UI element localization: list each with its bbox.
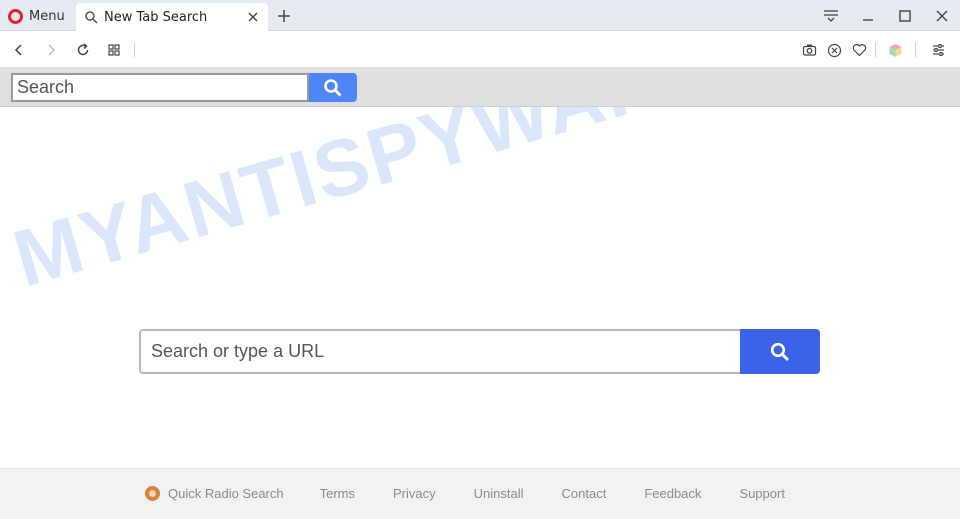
toolbar-separator [915, 43, 916, 57]
footer-links: Quick Radio Search Terms Privacy Uninsta… [145, 486, 823, 501]
center-search-input[interactable] [139, 329, 740, 374]
tab-new-tab-search[interactable]: New Tab Search [76, 3, 268, 31]
window-controls [812, 0, 960, 31]
new-tab-button[interactable] [274, 6, 294, 26]
camera-icon[interactable] [799, 40, 819, 60]
adblock-icon[interactable] [824, 40, 844, 60]
maximize-icon[interactable] [886, 0, 923, 31]
tab-title: New Tab Search [104, 9, 208, 25]
footer-link-privacy[interactable]: Privacy [393, 486, 436, 501]
menu-label: Menu [29, 8, 65, 24]
close-tab-icon[interactable] [246, 10, 260, 24]
footer-link-terms[interactable]: Terms [320, 486, 355, 501]
footer-link-support[interactable]: Support [739, 486, 785, 501]
close-icon[interactable] [923, 0, 960, 31]
speed-dial-icon[interactable] [104, 40, 124, 60]
heart-icon[interactable] [849, 40, 869, 60]
search-icon [770, 342, 790, 361]
search-icon [84, 10, 98, 24]
watermark: MYANTISPYWARE.COM [4, 107, 935, 304]
footer-link-feedback[interactable]: Feedback [644, 486, 701, 501]
top-search-button[interactable] [309, 73, 357, 102]
footer-link-uninstall[interactable]: Uninstall [474, 486, 524, 501]
browser-window: Menu New Tab Search Search MYANTISPYWARE… [0, 0, 960, 519]
top-search-bar [0, 68, 960, 107]
address-toolbar [0, 31, 960, 68]
brand-link[interactable]: Quick Radio Search [145, 486, 284, 501]
center-search-box [139, 329, 820, 374]
forward-icon[interactable] [41, 40, 61, 60]
footer-link-contact[interactable]: Contact [562, 486, 607, 501]
main-content: MYANTISPYWARE.COM [0, 107, 960, 468]
top-search-input[interactable] [11, 73, 309, 102]
footer: Quick Radio Search Terms Privacy Uninsta… [0, 468, 960, 519]
plus-icon [278, 10, 290, 22]
settings-icon[interactable] [928, 40, 948, 60]
minimize-icon[interactable] [849, 0, 886, 31]
toolbar-separator [875, 43, 876, 57]
opera-logo-icon [8, 8, 23, 24]
reload-icon[interactable] [73, 40, 93, 60]
opera-menu-button[interactable]: Menu [8, 5, 65, 27]
address-separator [134, 43, 135, 57]
center-search-button[interactable] [740, 329, 820, 374]
brand-name: Quick Radio Search [168, 486, 284, 501]
wallet-icon[interactable] [885, 40, 905, 60]
search-icon [324, 78, 342, 97]
easy-setup-icon[interactable] [812, 0, 849, 31]
tab-strip: Menu New Tab Search [0, 0, 960, 31]
radio-icon [145, 486, 160, 501]
back-icon[interactable] [9, 40, 29, 60]
